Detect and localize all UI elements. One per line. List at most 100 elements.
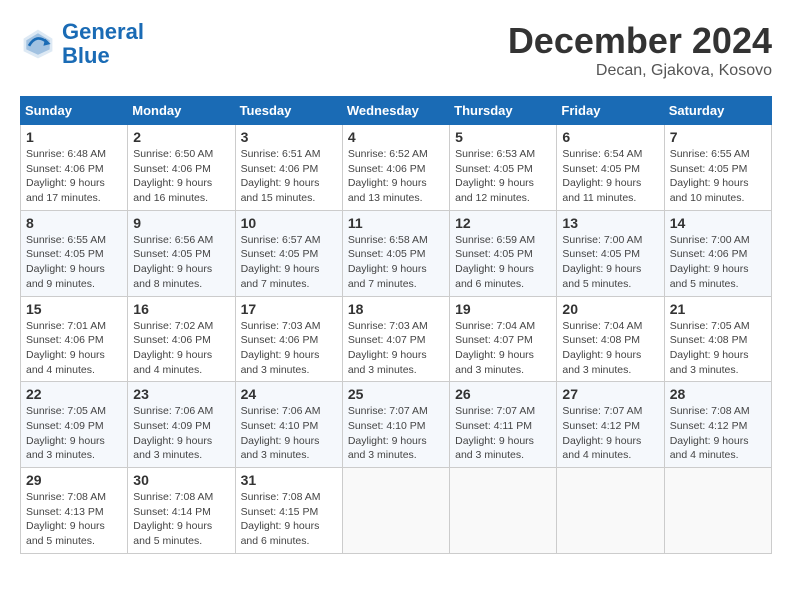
day-info: Sunrise: 7:02 AM Sunset: 4:06 PM Dayligh… xyxy=(133,319,229,378)
day-info: Sunrise: 7:01 AM Sunset: 4:06 PM Dayligh… xyxy=(26,319,122,378)
day-number: 1 xyxy=(26,129,122,145)
calendar-cell: 23 Sunrise: 7:06 AM Sunset: 4:09 PM Dayl… xyxy=(128,382,235,468)
col-header-wednesday: Wednesday xyxy=(342,97,449,125)
day-info: Sunrise: 7:06 AM Sunset: 4:10 PM Dayligh… xyxy=(241,404,337,463)
calendar-cell: 8 Sunrise: 6:55 AM Sunset: 4:05 PM Dayli… xyxy=(21,210,128,296)
calendar-cell: 24 Sunrise: 7:06 AM Sunset: 4:10 PM Dayl… xyxy=(235,382,342,468)
day-info: Sunrise: 6:53 AM Sunset: 4:05 PM Dayligh… xyxy=(455,147,551,206)
day-number: 18 xyxy=(348,301,444,317)
day-info: Sunrise: 7:08 AM Sunset: 4:12 PM Dayligh… xyxy=(670,404,766,463)
day-number: 21 xyxy=(670,301,766,317)
calendar-cell: 9 Sunrise: 6:56 AM Sunset: 4:05 PM Dayli… xyxy=(128,210,235,296)
calendar-cell: 10 Sunrise: 6:57 AM Sunset: 4:05 PM Dayl… xyxy=(235,210,342,296)
day-number: 30 xyxy=(133,472,229,488)
calendar-cell xyxy=(557,468,664,554)
day-info: Sunrise: 6:59 AM Sunset: 4:05 PM Dayligh… xyxy=(455,233,551,292)
day-info: Sunrise: 7:00 AM Sunset: 4:06 PM Dayligh… xyxy=(670,233,766,292)
calendar-cell: 21 Sunrise: 7:05 AM Sunset: 4:08 PM Dayl… xyxy=(664,296,771,382)
day-info: Sunrise: 6:51 AM Sunset: 4:06 PM Dayligh… xyxy=(241,147,337,206)
day-number: 6 xyxy=(562,129,658,145)
day-number: 15 xyxy=(26,301,122,317)
day-number: 22 xyxy=(26,386,122,402)
day-info: Sunrise: 6:52 AM Sunset: 4:06 PM Dayligh… xyxy=(348,147,444,206)
day-info: Sunrise: 6:54 AM Sunset: 4:05 PM Dayligh… xyxy=(562,147,658,206)
day-info: Sunrise: 7:08 AM Sunset: 4:13 PM Dayligh… xyxy=(26,490,122,549)
col-header-tuesday: Tuesday xyxy=(235,97,342,125)
col-header-monday: Monday xyxy=(128,97,235,125)
day-info: Sunrise: 7:05 AM Sunset: 4:09 PM Dayligh… xyxy=(26,404,122,463)
calendar-week-row: 1 Sunrise: 6:48 AM Sunset: 4:06 PM Dayli… xyxy=(21,125,772,211)
calendar-cell: 17 Sunrise: 7:03 AM Sunset: 4:06 PM Dayl… xyxy=(235,296,342,382)
day-number: 12 xyxy=(455,215,551,231)
calendar-cell: 28 Sunrise: 7:08 AM Sunset: 4:12 PM Dayl… xyxy=(664,382,771,468)
calendar-week-row: 15 Sunrise: 7:01 AM Sunset: 4:06 PM Dayl… xyxy=(21,296,772,382)
logo-text: General Blue xyxy=(62,20,144,68)
day-number: 2 xyxy=(133,129,229,145)
day-info: Sunrise: 7:05 AM Sunset: 4:08 PM Dayligh… xyxy=(670,319,766,378)
day-number: 27 xyxy=(562,386,658,402)
day-number: 29 xyxy=(26,472,122,488)
calendar-week-row: 8 Sunrise: 6:55 AM Sunset: 4:05 PM Dayli… xyxy=(21,210,772,296)
day-info: Sunrise: 6:55 AM Sunset: 4:05 PM Dayligh… xyxy=(670,147,766,206)
col-header-thursday: Thursday xyxy=(450,97,557,125)
day-number: 17 xyxy=(241,301,337,317)
day-number: 20 xyxy=(562,301,658,317)
calendar-cell: 20 Sunrise: 7:04 AM Sunset: 4:08 PM Dayl… xyxy=(557,296,664,382)
calendar-cell: 1 Sunrise: 6:48 AM Sunset: 4:06 PM Dayli… xyxy=(21,125,128,211)
calendar-week-row: 29 Sunrise: 7:08 AM Sunset: 4:13 PM Dayl… xyxy=(21,468,772,554)
day-info: Sunrise: 7:07 AM Sunset: 4:12 PM Dayligh… xyxy=(562,404,658,463)
day-number: 13 xyxy=(562,215,658,231)
day-number: 25 xyxy=(348,386,444,402)
calendar-cell: 4 Sunrise: 6:52 AM Sunset: 4:06 PM Dayli… xyxy=(342,125,449,211)
day-info: Sunrise: 6:55 AM Sunset: 4:05 PM Dayligh… xyxy=(26,233,122,292)
logo-icon xyxy=(20,26,56,62)
day-info: Sunrise: 6:48 AM Sunset: 4:06 PM Dayligh… xyxy=(26,147,122,206)
calendar-cell: 5 Sunrise: 6:53 AM Sunset: 4:05 PM Dayli… xyxy=(450,125,557,211)
calendar-cell: 22 Sunrise: 7:05 AM Sunset: 4:09 PM Dayl… xyxy=(21,382,128,468)
day-number: 23 xyxy=(133,386,229,402)
day-info: Sunrise: 7:07 AM Sunset: 4:11 PM Dayligh… xyxy=(455,404,551,463)
calendar-cell: 7 Sunrise: 6:55 AM Sunset: 4:05 PM Dayli… xyxy=(664,125,771,211)
day-number: 26 xyxy=(455,386,551,402)
calendar-cell xyxy=(450,468,557,554)
day-number: 19 xyxy=(455,301,551,317)
calendar-cell: 12 Sunrise: 6:59 AM Sunset: 4:05 PM Dayl… xyxy=(450,210,557,296)
day-info: Sunrise: 7:07 AM Sunset: 4:10 PM Dayligh… xyxy=(348,404,444,463)
calendar-cell: 18 Sunrise: 7:03 AM Sunset: 4:07 PM Dayl… xyxy=(342,296,449,382)
day-number: 5 xyxy=(455,129,551,145)
day-info: Sunrise: 7:03 AM Sunset: 4:07 PM Dayligh… xyxy=(348,319,444,378)
day-info: Sunrise: 6:56 AM Sunset: 4:05 PM Dayligh… xyxy=(133,233,229,292)
day-info: Sunrise: 7:08 AM Sunset: 4:14 PM Dayligh… xyxy=(133,490,229,549)
day-info: Sunrise: 6:58 AM Sunset: 4:05 PM Dayligh… xyxy=(348,233,444,292)
calendar-cell: 16 Sunrise: 7:02 AM Sunset: 4:06 PM Dayl… xyxy=(128,296,235,382)
logo-line2: Blue xyxy=(62,43,110,68)
calendar-cell: 19 Sunrise: 7:04 AM Sunset: 4:07 PM Dayl… xyxy=(450,296,557,382)
calendar-cell: 3 Sunrise: 6:51 AM Sunset: 4:06 PM Dayli… xyxy=(235,125,342,211)
calendar-cell: 31 Sunrise: 7:08 AM Sunset: 4:15 PM Dayl… xyxy=(235,468,342,554)
day-info: Sunrise: 7:06 AM Sunset: 4:09 PM Dayligh… xyxy=(133,404,229,463)
calendar-cell: 6 Sunrise: 6:54 AM Sunset: 4:05 PM Dayli… xyxy=(557,125,664,211)
day-info: Sunrise: 7:04 AM Sunset: 4:08 PM Dayligh… xyxy=(562,319,658,378)
month-title: December 2024 xyxy=(508,20,772,62)
day-number: 14 xyxy=(670,215,766,231)
location: Decan, Gjakova, Kosovo xyxy=(508,62,772,80)
day-info: Sunrise: 7:00 AM Sunset: 4:05 PM Dayligh… xyxy=(562,233,658,292)
calendar-cell: 14 Sunrise: 7:00 AM Sunset: 4:06 PM Dayl… xyxy=(664,210,771,296)
day-info: Sunrise: 7:08 AM Sunset: 4:15 PM Dayligh… xyxy=(241,490,337,549)
day-number: 11 xyxy=(348,215,444,231)
day-number: 8 xyxy=(26,215,122,231)
col-header-friday: Friday xyxy=(557,97,664,125)
day-info: Sunrise: 6:57 AM Sunset: 4:05 PM Dayligh… xyxy=(241,233,337,292)
calendar-cell: 2 Sunrise: 6:50 AM Sunset: 4:06 PM Dayli… xyxy=(128,125,235,211)
title-block: December 2024 Decan, Gjakova, Kosovo xyxy=(508,20,772,80)
calendar-cell xyxy=(664,468,771,554)
day-number: 28 xyxy=(670,386,766,402)
day-number: 7 xyxy=(670,129,766,145)
day-number: 3 xyxy=(241,129,337,145)
day-info: Sunrise: 6:50 AM Sunset: 4:06 PM Dayligh… xyxy=(133,147,229,206)
day-number: 10 xyxy=(241,215,337,231)
calendar-cell: 11 Sunrise: 6:58 AM Sunset: 4:05 PM Dayl… xyxy=(342,210,449,296)
day-number: 9 xyxy=(133,215,229,231)
calendar-cell xyxy=(342,468,449,554)
page-header: General Blue December 2024 Decan, Gjakov… xyxy=(20,20,772,80)
